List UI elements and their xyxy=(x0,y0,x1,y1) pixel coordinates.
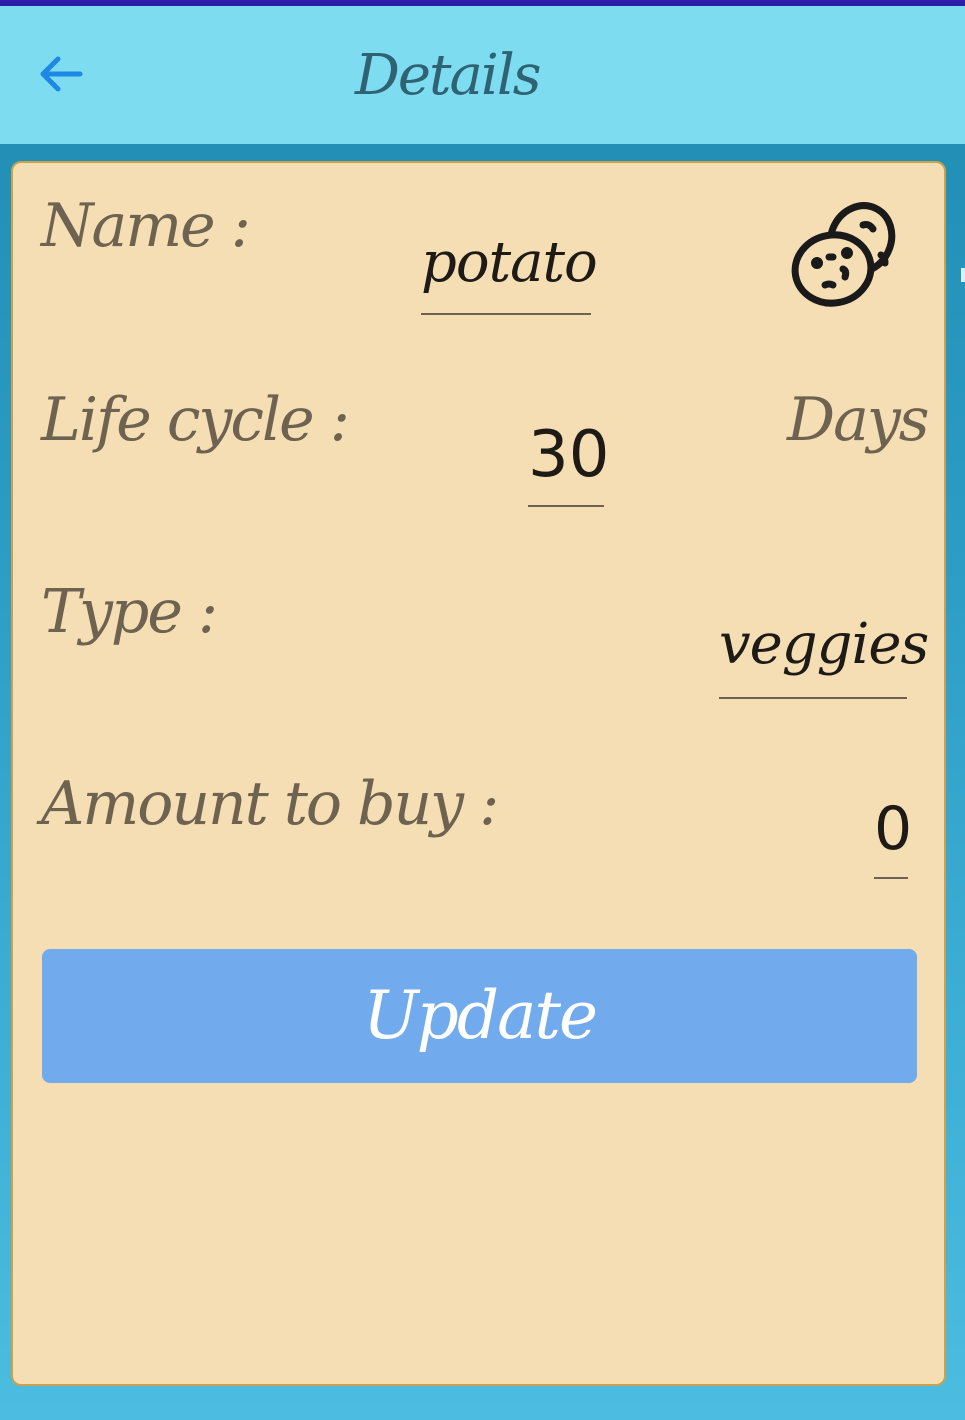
update-button[interactable]: Update xyxy=(42,949,917,1083)
potato-icon xyxy=(789,199,899,313)
amount-label: Amount to buy : xyxy=(41,769,499,839)
type-label: Type : xyxy=(41,577,218,647)
name-label: Name : xyxy=(41,191,251,261)
name-field[interactable]: potato xyxy=(421,215,598,315)
scroll-edge-marker xyxy=(961,268,965,282)
details-card: Name : potato Life cycle : 30 Days Type … xyxy=(11,161,946,1386)
page-title: Details xyxy=(355,43,542,108)
arrow-left-icon xyxy=(36,54,86,94)
days-unit-label: Days xyxy=(787,385,930,455)
back-button[interactable] xyxy=(36,54,86,94)
type-field[interactable]: veggies xyxy=(719,595,929,699)
life-cycle-label: Life cycle : xyxy=(41,385,350,455)
amount-field[interactable]: 0 xyxy=(874,781,912,879)
life-cycle-field[interactable]: 30 xyxy=(528,405,609,507)
app-bar: Details xyxy=(0,6,965,144)
